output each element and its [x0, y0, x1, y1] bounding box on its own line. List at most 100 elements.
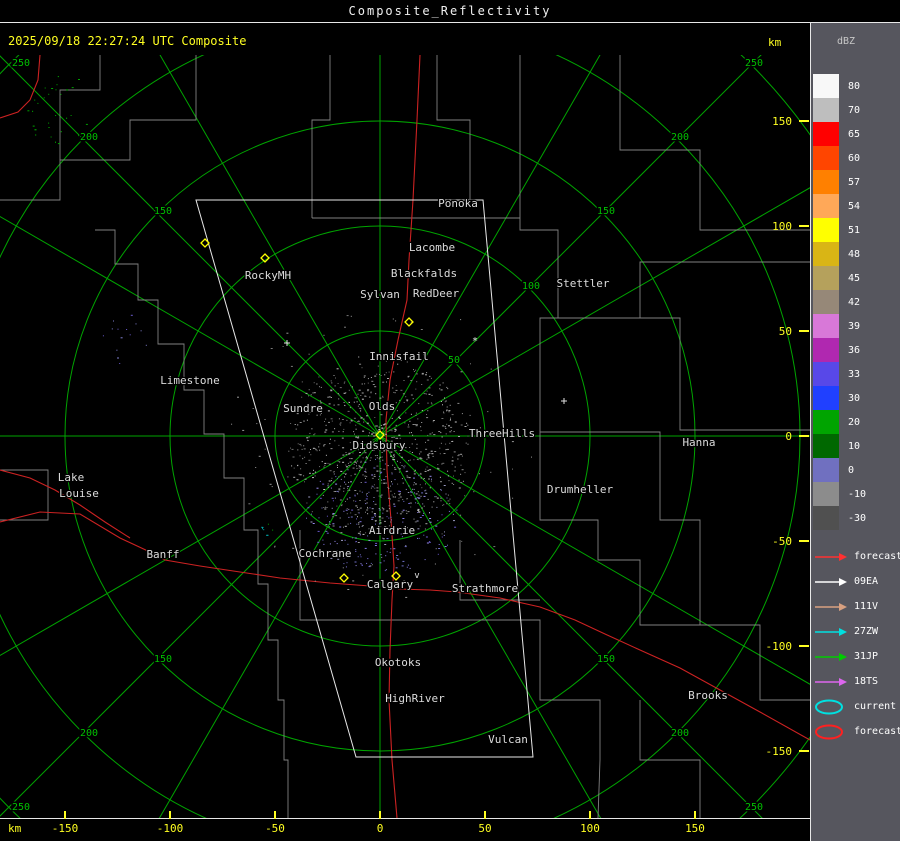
dbz-scale-value: 57	[848, 176, 861, 188]
status-row: 2025/09/18 22:27:24 UTC Composite km	[0, 23, 810, 55]
legend-label: 09EA	[854, 576, 879, 587]
city-label-Lake: Lake	[58, 471, 85, 484]
colorbar-sidebar: dBZ 80 70 65 60 57 54 51 48 45 42 39 36 33 30 20 10 0 -10…	[810, 22, 900, 841]
legend-row-27ZW: 27ZW	[813, 619, 900, 644]
legend-row-forecast: forecast	[813, 719, 900, 744]
city-label-Vulcan: Vulcan	[488, 733, 528, 746]
dbz-scale-value: 42	[848, 296, 861, 308]
dbz-scale-value: 70	[848, 104, 861, 116]
right-axis-label: 150	[772, 115, 792, 128]
right-axis-label: 0	[785, 430, 792, 443]
bottom-axis-label: -50	[265, 822, 285, 835]
title-bar: Composite_Reflectivity	[0, 0, 900, 23]
legend-label: 111V	[854, 601, 879, 612]
dbz-scale-row: 0	[813, 458, 866, 482]
dbz-color-swatch	[813, 74, 839, 98]
asterisk-marker: *	[472, 336, 478, 347]
city-label-Okotoks: Okotoks	[375, 656, 421, 669]
city-label-Innisfail: Innisfail	[369, 350, 429, 363]
legend-label: 27ZW	[854, 626, 879, 637]
bottom-axis-label: 0	[377, 822, 384, 835]
storm-ellipse-icon	[815, 699, 843, 714]
dbz-scale-row: -10	[813, 482, 866, 506]
dbz-scale-row: 65	[813, 122, 866, 146]
dbz-scale-row: -30	[813, 506, 866, 530]
dbz-scale-value: 10	[848, 440, 861, 452]
city-label-Hanna: Hanna	[682, 436, 715, 449]
dbz-color-swatch	[813, 98, 839, 122]
right-axis-label: 100	[772, 220, 792, 233]
window-title: Composite_Reflectivity	[348, 4, 552, 18]
dbz-color-swatch	[813, 122, 839, 146]
city-label-Olds: Olds	[369, 400, 396, 413]
svg-text:200: 200	[671, 132, 689, 143]
coverage-sector-outline	[195, 199, 534, 758]
dbz-scale-value: -30	[848, 512, 867, 524]
dbz-scale-row: 45	[813, 266, 866, 290]
svg-text:200: 200	[671, 728, 689, 739]
city-label-Didsbury: Didsbury	[353, 439, 406, 452]
svg-text:250: 250	[12, 58, 30, 69]
dbz-color-swatch	[813, 362, 839, 386]
city-label-Drumheller: Drumheller	[547, 483, 614, 496]
dbz-scale-row: 48	[813, 242, 866, 266]
legend-row-18TS: 18TS	[813, 669, 900, 694]
city-label-Cochrane: Cochrane	[299, 547, 352, 560]
legend-label: 18TS	[854, 676, 879, 687]
dbz-scale-row: 30	[813, 386, 866, 410]
legend-label: forecast	[854, 726, 900, 737]
svg-text:250: 250	[745, 802, 763, 813]
axes: 150 100 50 0 -50 -100 -150 -150 -100 -50 0 50 100 150…	[0, 115, 810, 835]
track-arrow-icon	[815, 627, 847, 636]
dbz-scale-row: 57	[813, 170, 866, 194]
dbz-color-swatch	[813, 218, 839, 242]
dbz-scale-value: 51	[848, 224, 861, 236]
legend-row-forecast: forecast	[813, 544, 900, 569]
dbz-scale-row: 60	[813, 146, 866, 170]
dbz-color-swatch	[813, 170, 839, 194]
dbz-scale-value: 65	[848, 128, 861, 140]
dbz-scale-row: 33	[813, 362, 866, 386]
city-label-Calgary: Calgary	[367, 578, 414, 591]
svg-text:250: 250	[12, 802, 30, 813]
right-axis-label: 50	[779, 325, 792, 338]
right-axis-label: -150	[766, 745, 793, 758]
legend-label: forecast	[854, 551, 900, 562]
city-label-HighRiver: HighRiver	[385, 692, 445, 705]
dbz-scale-row: 54	[813, 194, 866, 218]
track-arrow-icon	[815, 552, 847, 561]
dbz-scale-value: 60	[848, 152, 861, 164]
city-label-Lacombe: Lacombe	[409, 241, 455, 254]
track-legend: forecast 09EA 111V 27ZW 31JP 18TS current forec…	[813, 544, 900, 744]
dbz-scale-row: 51	[813, 218, 866, 242]
dbz-scale-row: 39	[813, 314, 866, 338]
city-label-Louise: Louise	[59, 487, 99, 500]
dbz-color-swatch	[813, 242, 839, 266]
city-label-Stettler: Stettler	[557, 277, 610, 290]
city-label-Ponoka: Ponoka	[438, 197, 478, 210]
bottom-axis-label: 100	[580, 822, 600, 835]
right-axis-label: -100	[766, 640, 793, 653]
dbz-color-swatch	[813, 290, 839, 314]
caret-marker: v	[414, 571, 419, 581]
legend-row-111V: 111V	[813, 594, 900, 619]
city-label-RedDeer: RedDeer	[413, 287, 460, 300]
km-unit-top: km	[768, 36, 782, 49]
km-unit-bottom: km	[8, 822, 22, 835]
track-arrow-icon	[815, 677, 847, 686]
dbz-scale-value: -10	[848, 488, 867, 500]
dbz-color-swatch	[813, 458, 839, 482]
plus-marker	[561, 398, 567, 404]
dbz-scale-value: 30	[848, 392, 861, 404]
city-label-RockyMH: RockyMH	[245, 269, 291, 282]
dbz-scale-value: 48	[848, 248, 861, 260]
radar-display[interactable]: 2502001505010015020025015020025015020025…	[0, 0, 900, 841]
dbz-color-swatch	[813, 266, 839, 290]
dbz-scale-row: 10	[813, 434, 866, 458]
svg-text:150: 150	[154, 654, 172, 665]
dbz-color-swatch	[813, 506, 839, 530]
svg-text:250: 250	[745, 58, 763, 69]
svg-text:150: 150	[154, 206, 172, 217]
track-arrow-icon	[815, 602, 847, 611]
dbz-scale-row: 42	[813, 290, 866, 314]
